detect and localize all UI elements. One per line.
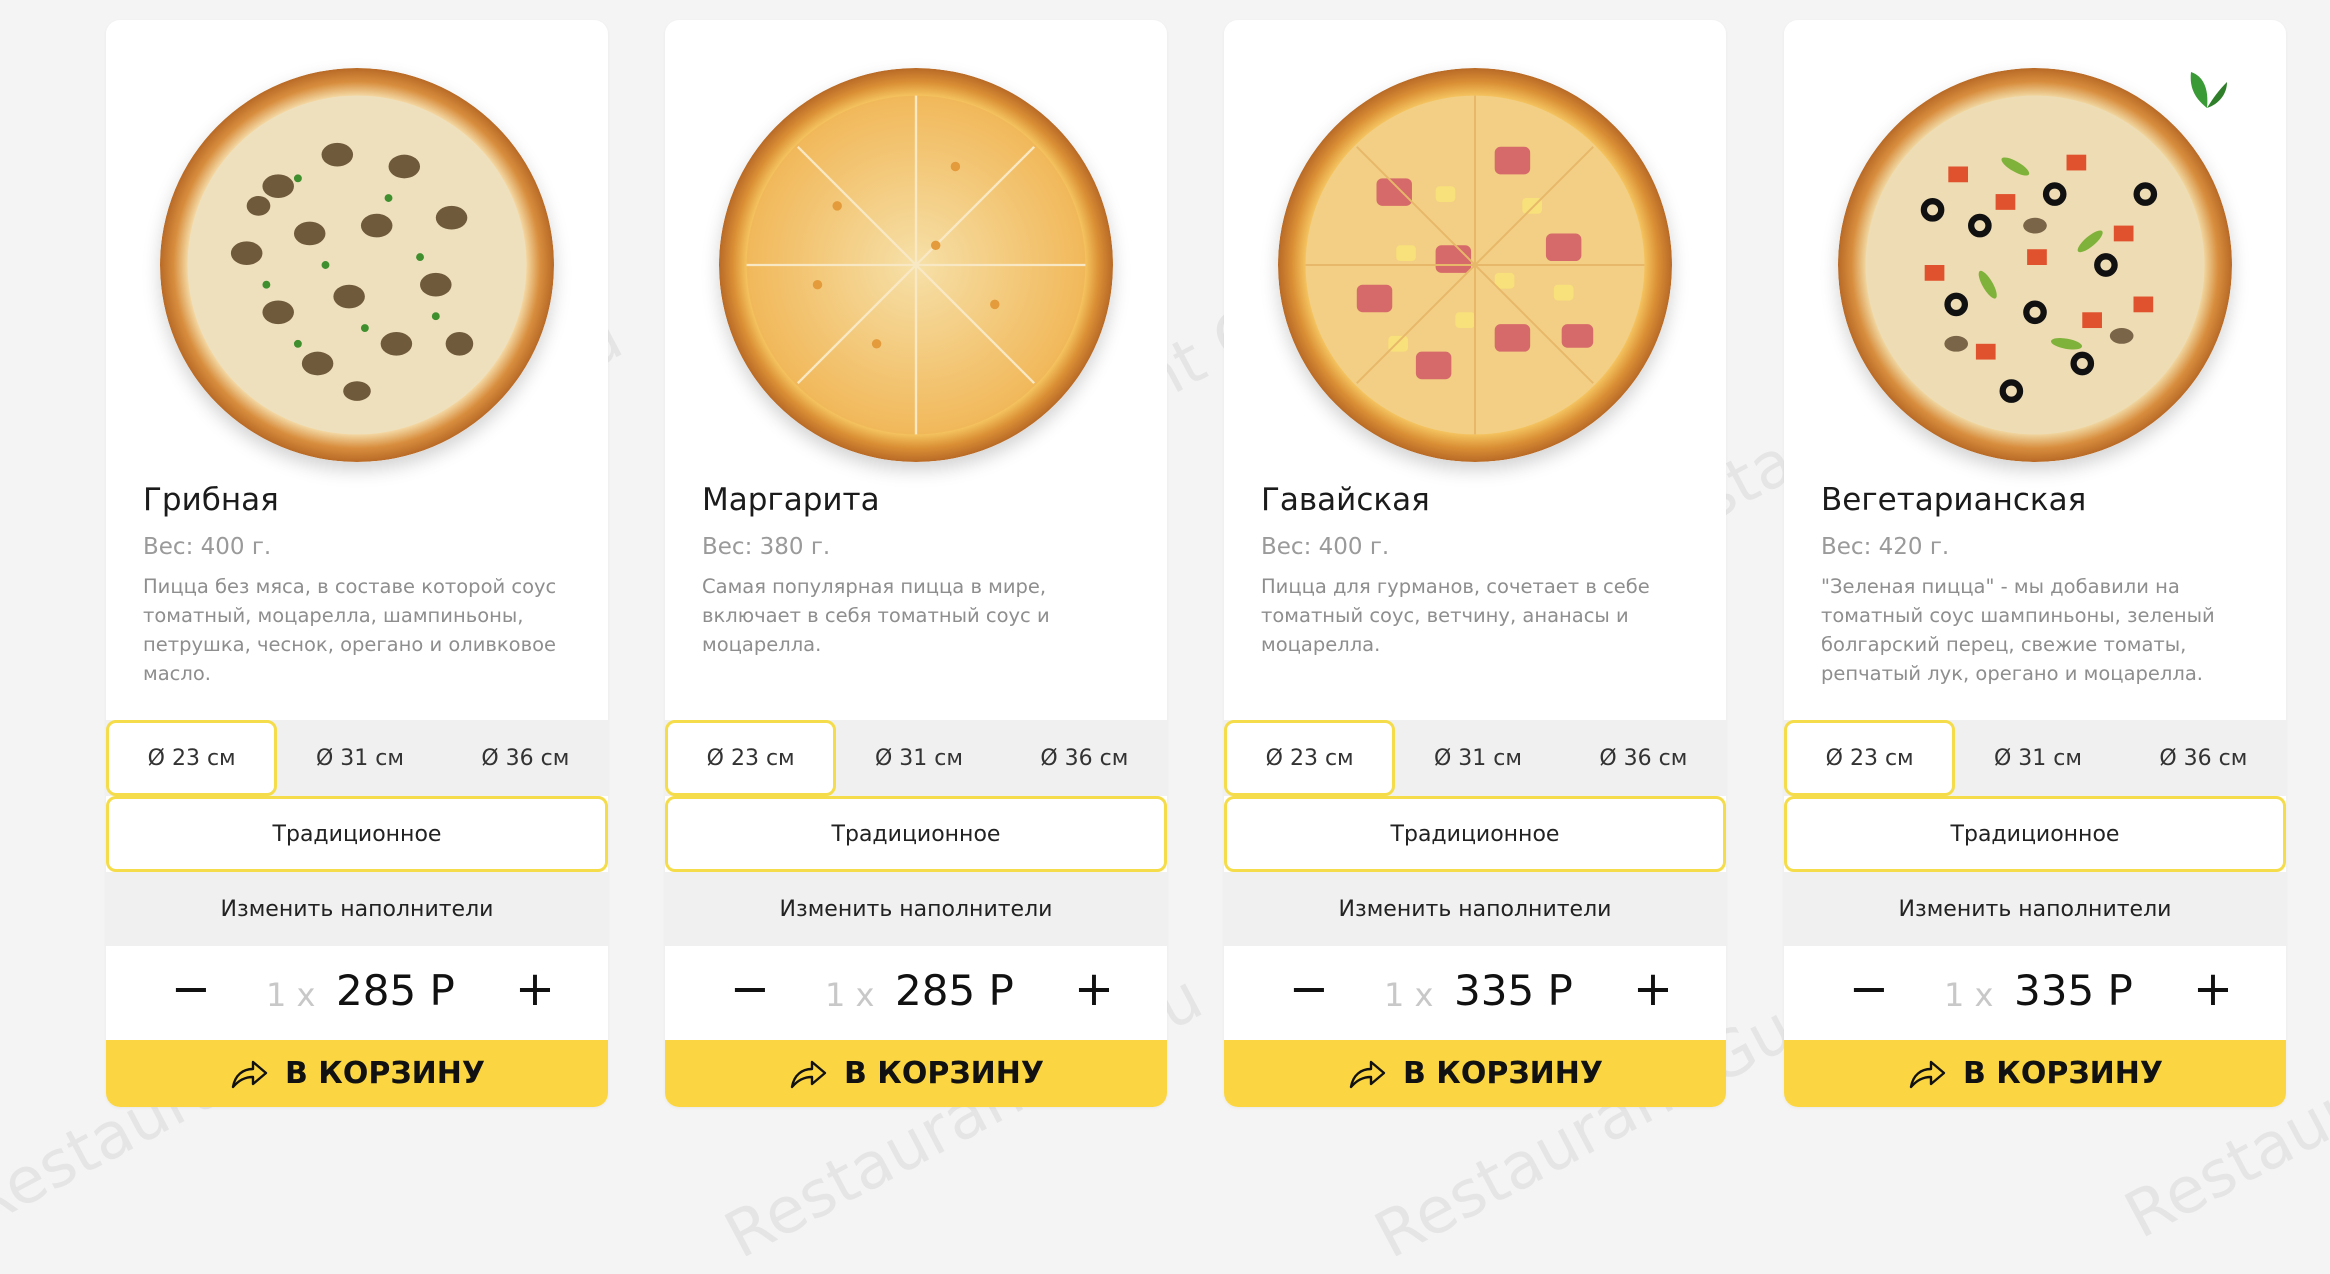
price-label: 285 Р	[336, 966, 455, 1015]
product-card: Вегетарианская Вес: 420 г. "Зеленая пицц…	[1784, 20, 2286, 1107]
decrement-button[interactable]: −	[166, 964, 216, 1014]
product-description: "Зеленая пицца" - мы добавили на томатны…	[1821, 575, 2215, 685]
product-card: Маргарита Вес: 380 г. Самая популярная п…	[665, 20, 1167, 1107]
add-to-cart-button[interactable]: В КОРЗИНУ	[1784, 1040, 2286, 1107]
quantity-label: 1 x	[1944, 976, 1994, 1014]
add-to-cart-label: В КОРЗИНУ	[1963, 1056, 2163, 1091]
decrement-button[interactable]: −	[1844, 964, 1894, 1014]
size-option-36[interactable]: Ø 36 см	[2121, 720, 2286, 796]
size-selector: Ø 23 см Ø 31 см Ø 36 см	[1784, 720, 2286, 796]
size-option-31[interactable]: Ø 31 см	[277, 720, 442, 796]
increment-button[interactable]: +	[1628, 964, 1678, 1014]
increment-button[interactable]: +	[1069, 964, 1119, 1014]
product-weight: Вес: 400 г.	[1261, 534, 1390, 560]
product-description: Пицца для гурманов, сочетает в себе тома…	[1261, 575, 1650, 656]
product-weight: Вес: 400 г.	[143, 534, 272, 560]
product-weight: Вес: 380 г.	[702, 534, 831, 560]
size-selector: Ø 23 см Ø 31 см Ø 36 см	[106, 720, 608, 796]
share-arrow-icon	[1349, 1060, 1386, 1088]
share-arrow-icon	[231, 1060, 268, 1088]
product-title: Вегетарианская	[1821, 482, 2087, 518]
size-option-23[interactable]: Ø 23 см	[1784, 720, 1956, 796]
pizza-image-wrap[interactable]	[1224, 20, 1726, 480]
quantity-row: − 1 x 285 Р +	[665, 946, 1167, 1040]
pizza-image-wrap[interactable]	[1784, 20, 2286, 480]
add-to-cart-label: В КОРЗИНУ	[285, 1056, 485, 1091]
increment-button[interactable]: +	[510, 964, 560, 1014]
change-toppings-button[interactable]: Изменить наполнители	[665, 872, 1167, 946]
add-to-cart-label: В КОРЗИНУ	[844, 1056, 1044, 1091]
crust-option-traditional[interactable]: Традиционное	[665, 796, 1167, 872]
share-arrow-icon	[1909, 1060, 1946, 1088]
mushroom-pizza-image	[160, 68, 554, 462]
size-option-36[interactable]: Ø 36 см	[443, 720, 608, 796]
change-toppings-button[interactable]: Изменить наполнители	[106, 872, 608, 946]
size-option-36[interactable]: Ø 36 см	[1002, 720, 1167, 796]
price-label: 285 Р	[895, 966, 1014, 1015]
add-to-cart-button[interactable]: В КОРЗИНУ	[1224, 1040, 1726, 1107]
size-option-31[interactable]: Ø 31 см	[1395, 720, 1560, 796]
size-selector: Ø 23 см Ø 31 см Ø 36 см	[1224, 720, 1726, 796]
quantity-row: − 1 x 285 Р +	[106, 946, 608, 1040]
product-title: Маргарита	[702, 482, 880, 518]
price-label: 335 Р	[2014, 966, 2133, 1015]
size-selector: Ø 23 см Ø 31 см Ø 36 см	[665, 720, 1167, 796]
product-weight: Вес: 420 г.	[1821, 534, 1950, 560]
quantity-row: − 1 x 335 Р +	[1784, 946, 2286, 1040]
product-title: Гавайская	[1261, 482, 1430, 518]
quantity-label: 1 x	[266, 976, 316, 1014]
crust-option-traditional[interactable]: Традиционное	[1784, 796, 2286, 872]
size-option-36[interactable]: Ø 36 см	[1561, 720, 1726, 796]
pizza-image-wrap[interactable]	[665, 20, 1167, 480]
crust-option-traditional[interactable]: Традиционное	[106, 796, 608, 872]
add-to-cart-label: В КОРЗИНУ	[1403, 1056, 1603, 1091]
hawaiian-pizza-image	[1278, 68, 1672, 462]
price-label: 335 Р	[1454, 966, 1573, 1015]
quantity-row: − 1 x 335 Р +	[1224, 946, 1726, 1040]
change-toppings-button[interactable]: Изменить наполнители	[1224, 872, 1726, 946]
vegetarian-pizza-image	[1838, 68, 2232, 462]
product-description: Пицца без мяса, в составе которой соус т…	[143, 575, 557, 685]
change-toppings-button[interactable]: Изменить наполнители	[1784, 872, 2286, 946]
product-title: Грибная	[143, 482, 279, 518]
add-to-cart-button[interactable]: В КОРЗИНУ	[106, 1040, 608, 1107]
share-arrow-icon	[790, 1060, 827, 1088]
quantity-label: 1 x	[825, 976, 875, 1014]
quantity-label: 1 x	[1384, 976, 1434, 1014]
product-card: Грибная Вес: 400 г. Пицца без мяса, в со…	[106, 20, 608, 1107]
decrement-button[interactable]: −	[725, 964, 775, 1014]
size-option-31[interactable]: Ø 31 см	[836, 720, 1001, 796]
add-to-cart-button[interactable]: В КОРЗИНУ	[665, 1040, 1167, 1107]
size-option-23[interactable]: Ø 23 см	[665, 720, 837, 796]
product-card: Гавайская Вес: 400 г. Пицца для гурманов…	[1224, 20, 1726, 1107]
size-option-23[interactable]: Ø 23 см	[106, 720, 278, 796]
decrement-button[interactable]: −	[1284, 964, 1334, 1014]
crust-option-traditional[interactable]: Традиционное	[1224, 796, 1726, 872]
margherita-pizza-image	[719, 68, 1113, 462]
size-option-23[interactable]: Ø 23 см	[1224, 720, 1396, 796]
pizza-image-wrap[interactable]	[106, 20, 608, 480]
product-description: Самая популярная пицца в мире, включает …	[702, 575, 1050, 656]
increment-button[interactable]: +	[2188, 964, 2238, 1014]
leaf-icon	[2190, 72, 2227, 108]
size-option-31[interactable]: Ø 31 см	[1955, 720, 2120, 796]
